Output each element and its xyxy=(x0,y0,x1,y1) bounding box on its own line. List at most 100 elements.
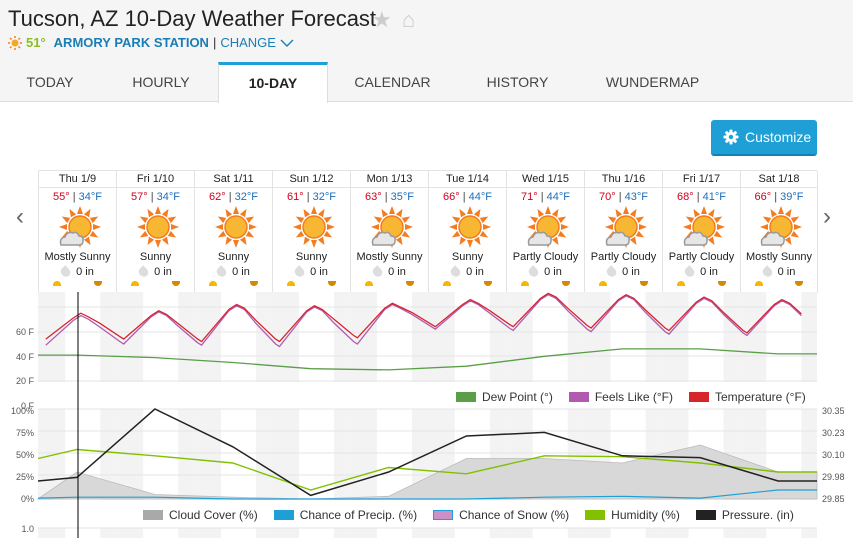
customize-button[interactable]: Customize xyxy=(711,120,817,156)
day-column[interactable]: Fri 1/10 57° | 34°F Sunny 0 in xyxy=(116,171,194,293)
high-temp: 68° xyxy=(677,191,694,203)
day-name: Fri 1/17 xyxy=(663,171,740,188)
night-band xyxy=(349,528,377,538)
low-temp: 44°F xyxy=(546,191,570,203)
day-name: Thu 1/16 xyxy=(585,171,662,188)
sun-times xyxy=(585,281,662,286)
high-temp: 63° xyxy=(365,191,382,203)
high-temp: 62° xyxy=(209,191,226,203)
legend-swatch-precip xyxy=(273,510,294,520)
day-column[interactable]: Sat 1/11 62° | 32°F Sunny 0 in xyxy=(194,171,272,293)
low-temp: 34°F xyxy=(78,191,102,203)
raindrop-icon xyxy=(448,265,463,279)
atmo-y-tick: 100% xyxy=(10,406,34,416)
day-column[interactable]: Thu 1/16 70° | 43°F Partly Cloudy 0 in xyxy=(584,171,662,293)
condition: Sunny xyxy=(451,251,484,263)
low-temp: 44°F xyxy=(468,191,492,203)
page-header: Tucson, AZ 10-Day Weather Forecast ★ ⌂ 5… xyxy=(0,0,853,62)
day-temps: 61° | 32°F xyxy=(273,191,350,203)
raindrop-icon xyxy=(604,265,619,279)
day-temps: 62° | 32°F xyxy=(195,191,272,203)
condition: Sunny xyxy=(139,251,172,263)
precip-value: 0 in xyxy=(76,266,94,278)
day-column[interactable]: Fri 1/17 68° | 41°F Partly Cloudy 0 in xyxy=(662,171,740,293)
day-column[interactable]: Sat 1/18 66° | 39°F Mostly Sunny 0 in xyxy=(740,171,818,293)
condition: Mostly Sunny xyxy=(356,251,423,263)
legend-swatch-snow xyxy=(433,510,454,520)
sunrise-icon xyxy=(53,281,61,286)
night-band xyxy=(178,409,194,500)
day-name: Sun 1/12 xyxy=(273,171,350,188)
tab-calendar[interactable]: CALENDAR xyxy=(345,62,440,102)
night-band xyxy=(583,292,611,382)
tab-10-day[interactable]: 10-DAY xyxy=(218,62,328,103)
legend-label: Cloud Cover (%) xyxy=(169,508,258,522)
chevron-down-icon[interactable] xyxy=(280,38,294,48)
sun-times xyxy=(663,281,740,286)
sun-times xyxy=(429,281,506,286)
high-temp: 66° xyxy=(443,191,460,203)
sun-icon xyxy=(214,206,257,248)
high-temp: 55° xyxy=(53,191,70,203)
day-temps: 55° | 34°F xyxy=(39,191,116,203)
day-column[interactable]: Wed 1/15 71° | 44°F Partly Cloudy 0 in xyxy=(506,171,584,293)
precip-value: 0 in xyxy=(544,266,562,278)
tab-hourly[interactable]: HOURLY xyxy=(120,62,202,102)
legend-swatch-feels-like xyxy=(568,392,589,402)
raindrop-icon xyxy=(136,265,151,279)
charts-area: 60 F 40 F 20 F 0 F Dew Point (°) Feels L… xyxy=(0,292,853,538)
tab-history[interactable]: HISTORY xyxy=(475,62,560,102)
high-temp: 70° xyxy=(599,191,616,203)
precip-amount: 0 in xyxy=(195,265,272,279)
day-column[interactable]: Mon 1/13 63° | 35°F Mostly Sunny 0 in xyxy=(350,171,428,293)
night-band xyxy=(505,292,533,382)
day-column[interactable]: Thu 1/9 55° | 34°F Mostly Sunny 0 in xyxy=(38,171,116,293)
raindrop-icon xyxy=(214,265,229,279)
condition: Partly Cloudy xyxy=(668,251,735,263)
night-band xyxy=(801,292,817,382)
legend-swatch-pressure xyxy=(695,510,716,520)
sunrise-icon xyxy=(287,281,295,286)
pressure-y-tick: 30.23 xyxy=(822,428,845,438)
previous-arrow-icon[interactable]: ‹ xyxy=(16,203,24,231)
temp-separator: | xyxy=(228,191,232,203)
sunset-icon xyxy=(562,281,570,286)
tab-wundermap[interactable]: WUNDERMAP xyxy=(595,62,710,102)
legend-label: Chance of Precip. (%) xyxy=(299,508,418,522)
partly-cloudy-icon xyxy=(58,206,101,248)
low-temp: 35°F xyxy=(390,191,414,203)
legend-swatch-dew-point xyxy=(456,392,476,402)
next-arrow-icon[interactable]: › xyxy=(823,203,831,231)
sunset-icon xyxy=(718,281,726,286)
sun-times xyxy=(195,281,272,286)
temp-y-tick: 60 F xyxy=(15,327,34,337)
condition: Sunny xyxy=(295,251,328,263)
night-band xyxy=(411,528,428,538)
temp-separator: | xyxy=(462,191,466,203)
favorite-star-icon[interactable]: ★ xyxy=(372,7,392,33)
precip-value: 0 in xyxy=(466,266,484,278)
atmo-y-tick: 25% xyxy=(15,472,34,482)
sunrise-icon xyxy=(677,281,685,286)
condition: Sunny xyxy=(217,251,250,263)
day-column[interactable]: Tue 1/14 66° | 44°F Sunny 0 in xyxy=(428,171,506,293)
night-band xyxy=(256,409,272,500)
temp-separator: | xyxy=(774,191,778,203)
partly-cloudy-icon xyxy=(682,206,725,248)
sunrise-icon xyxy=(521,281,529,286)
night-band xyxy=(334,528,350,538)
customize-label: Customize xyxy=(745,129,812,145)
station-row: 51° ARMORY PARK STATION | CHANGE xyxy=(8,35,294,50)
tab-today[interactable]: TODAY xyxy=(12,62,88,102)
sunset-icon xyxy=(640,281,648,286)
sun-times xyxy=(273,281,350,286)
raindrop-icon xyxy=(58,265,73,279)
day-name: Tue 1/14 xyxy=(429,171,506,188)
sunset-icon xyxy=(406,281,414,286)
atmo-legend: Cloud Cover (%) Chance of Precip. (%) Ch… xyxy=(143,508,794,522)
station-link[interactable]: ARMORY PARK STATION xyxy=(54,35,209,50)
precip-amount: 0 in xyxy=(507,265,584,279)
change-station-button[interactable]: CHANGE xyxy=(220,35,276,50)
day-column[interactable]: Sun 1/12 61° | 32°F Sunny 0 in xyxy=(272,171,350,293)
home-icon[interactable]: ⌂ xyxy=(402,7,415,33)
